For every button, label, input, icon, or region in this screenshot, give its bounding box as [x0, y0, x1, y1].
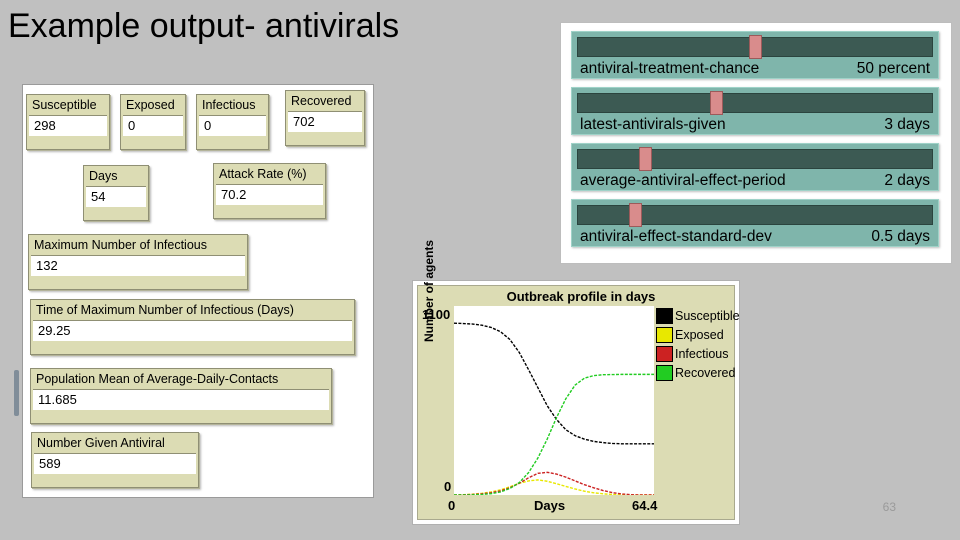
slider-antiviral-treatment-chance[interactable]: antiviral-treatment-chance 50 percent — [571, 31, 939, 79]
monitor-label: Population Mean of Average-Daily-Contact… — [36, 372, 279, 386]
page-number: 63 — [882, 500, 896, 514]
monitor-label: Time of Maximum Number of Infectious (Da… — [36, 303, 294, 317]
monitor-number-given-antiviral[interactable]: Number Given Antiviral 589 — [31, 432, 199, 488]
chart-y-tick-max: 1100 — [422, 307, 451, 322]
chart-y-tick-min: 0 — [444, 479, 452, 494]
monitor-time-of-maximum-number-of-infectious[interactable]: Time of Maximum Number of Infectious (Da… — [30, 299, 355, 355]
legend-swatch-icon — [656, 307, 673, 324]
slider-name: latest-antivirals-given — [580, 116, 726, 133]
sliders-panel: antiviral-treatment-chance 50 percent la… — [560, 22, 952, 264]
monitor-label: Exposed — [126, 98, 175, 112]
monitor-label: Susceptible — [32, 98, 97, 112]
chart-series-svg — [454, 322, 654, 495]
slider-name: average-antiviral-effect-period — [580, 172, 786, 189]
chart-y-axis-label: Number of agents — [422, 239, 436, 342]
legend-swatch-icon — [656, 326, 673, 343]
slider-track[interactable] — [577, 203, 933, 227]
legend-label: Susceptible — [675, 308, 740, 323]
monitor-value: 0 — [199, 115, 266, 136]
legend-item: Infectious — [656, 344, 740, 363]
monitor-label: Infectious — [202, 98, 256, 112]
slider-average-antiviral-effect-period[interactable]: average-antiviral-effect-period 2 days — [571, 143, 939, 191]
monitor-value: 70.2 — [216, 184, 323, 205]
monitor-recovered[interactable]: Recovered 702 — [285, 90, 365, 146]
slider-name: antiviral-treatment-chance — [580, 60, 760, 77]
legend-label: Infectious — [675, 346, 729, 361]
monitor-value: 132 — [31, 255, 245, 276]
monitor-infectious[interactable]: Infectious 0 — [196, 94, 269, 150]
chart-x-tick-max: 64.4 — [632, 498, 658, 513]
monitor-label: Number Given Antiviral — [37, 436, 165, 450]
slider-handle[interactable] — [749, 35, 762, 59]
monitor-susceptible[interactable]: Susceptible 298 — [26, 94, 110, 150]
slider-latest-antivirals-given[interactable]: latest-antivirals-given 3 days — [571, 87, 939, 135]
chart-x-tick-min: 0 — [448, 498, 456, 513]
page-title: Example output- antivirals — [8, 7, 400, 45]
monitor-value: 29.25 — [33, 320, 352, 341]
slider-track[interactable] — [577, 91, 933, 115]
slider-handle[interactable] — [639, 147, 653, 171]
monitor-label: Attack Rate (%) — [219, 167, 307, 181]
vertical-scrollbar[interactable] — [14, 370, 19, 416]
slider-value: 0.5 days — [871, 228, 930, 245]
slider-track[interactable] — [577, 35, 933, 59]
monitor-label: Days — [89, 169, 118, 183]
monitor-population-mean-average-daily-contacts[interactable]: Population Mean of Average-Daily-Contact… — [30, 368, 332, 424]
legend-item: Susceptible — [656, 306, 740, 325]
legend-label: Recovered — [675, 365, 736, 380]
slider-handle[interactable] — [710, 91, 724, 115]
legend-swatch-icon — [656, 364, 673, 381]
monitor-value: 0 — [123, 115, 183, 136]
monitor-value: 11.685 — [33, 389, 329, 410]
chart-title: Outbreak profile in days — [506, 289, 656, 304]
legend-label: Exposed — [675, 327, 724, 342]
chart-plot-area — [454, 306, 654, 495]
slider-name: antiviral-effect-standard-dev — [580, 228, 772, 245]
chart-legend: Susceptible Exposed Infectious Recovered — [656, 306, 740, 382]
monitor-value: 54 — [86, 186, 146, 207]
monitor-maximum-number-of-infectious[interactable]: Maximum Number of Infectious 132 — [28, 234, 248, 290]
slider-value: 50 percent — [856, 60, 930, 77]
chart-x-axis-label: Days — [534, 498, 566, 513]
monitor-attack-rate[interactable]: Attack Rate (%) 70.2 — [213, 163, 326, 219]
legend-item: Exposed — [656, 325, 740, 344]
monitor-label: Recovered — [291, 94, 352, 108]
chart-inner: Outbreak profile in days Number of agent… — [417, 240, 740, 520]
slider-handle[interactable] — [628, 203, 642, 227]
legend-swatch-icon — [656, 345, 673, 362]
slider-value: 2 days — [884, 172, 930, 189]
monitor-exposed[interactable]: Exposed 0 — [120, 94, 186, 150]
slider-antiviral-effect-standard-dev[interactable]: antiviral-effect-standard-dev 0.5 days — [571, 199, 939, 247]
monitor-days[interactable]: Days 54 — [83, 165, 149, 221]
monitor-value: 298 — [29, 115, 107, 136]
monitor-value: 702 — [288, 111, 362, 132]
monitor-label: Maximum Number of Infectious — [34, 238, 207, 252]
slider-track[interactable] — [577, 147, 933, 171]
legend-item: Recovered — [656, 363, 740, 382]
monitor-value: 589 — [34, 453, 196, 474]
slider-value: 3 days — [884, 116, 930, 133]
outbreak-chart-panel[interactable]: Outbreak profile in days Number of agent… — [412, 240, 740, 525]
